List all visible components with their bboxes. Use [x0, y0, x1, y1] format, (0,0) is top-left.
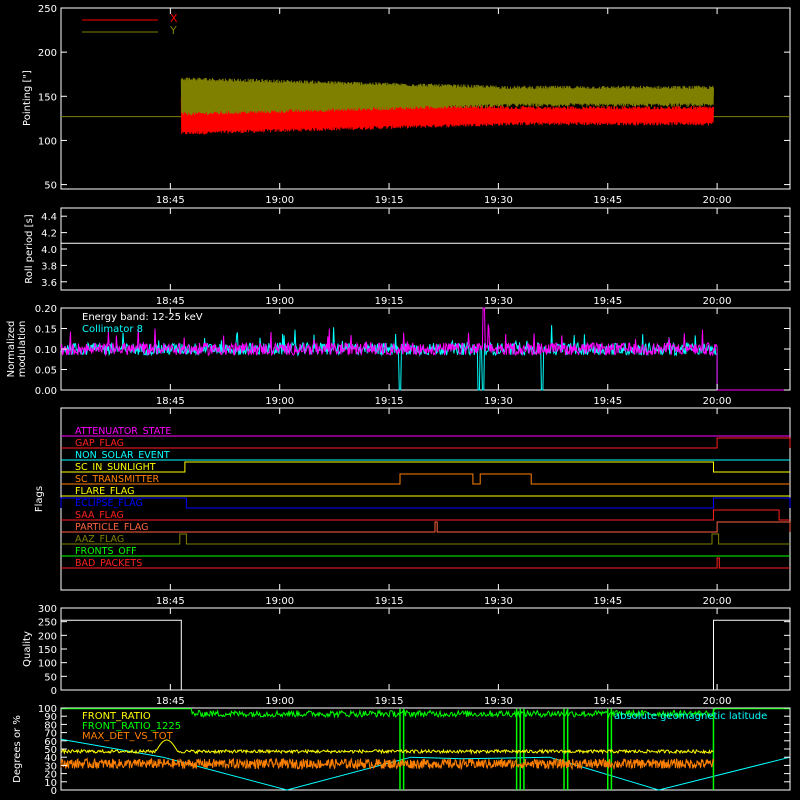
flag-label: SC_TRANSMITTER [75, 474, 160, 485]
y-tick-label: 4.0 [41, 245, 57, 256]
x-tick-label: 19:45 [593, 296, 622, 307]
flag-label: FRONTS_OFF [75, 546, 137, 557]
y-tick-label: 4.4 [41, 212, 57, 223]
y-tick-label: 200 [38, 48, 57, 59]
x-tick-label: 19:00 [265, 195, 294, 206]
x-tick-label: 19:30 [484, 396, 513, 407]
y-tick-label: 50 [44, 181, 57, 192]
y-tick-label: 200 [38, 631, 57, 642]
y-tick-label: 150 [38, 645, 57, 656]
x-tick-label: 19:45 [593, 596, 622, 607]
x-tick-label: 19:45 [593, 396, 622, 407]
y-tick-label: 250 [38, 618, 57, 629]
x-tick-label: 18:45 [156, 696, 185, 707]
legend-y-label: Y [169, 24, 177, 37]
y-tick-label: 50 [44, 672, 57, 683]
ratios-y-label: Degrees or % [12, 715, 23, 783]
roll-y-label: Roll period [s] [24, 214, 35, 283]
y-tick-label: 100 [38, 704, 57, 715]
x-tick-label: 19:15 [375, 195, 404, 206]
x-tick-label: 19:45 [593, 195, 622, 206]
x-tick-label: 19:00 [265, 296, 294, 307]
flags-y-label: Flags [34, 486, 45, 512]
x-tick-label: 19:15 [375, 296, 404, 307]
x-tick-label: 19:30 [484, 296, 513, 307]
flag-label: BAD_PACKETS [75, 558, 142, 569]
y-tick-label: 0.15 [35, 325, 57, 336]
x-tick-label: 20:00 [703, 195, 732, 206]
x-tick-label: 19:00 [265, 396, 294, 407]
x-tick-label: 19:15 [375, 596, 404, 607]
x-tick-label: 18:45 [156, 596, 185, 607]
x-tick-label: 19:00 [265, 596, 294, 607]
flag-label: GAP_FLAG [75, 438, 124, 449]
flag-label: NON_SOLAR_EVENT [75, 450, 170, 461]
x-tick-label: 19:45 [593, 696, 622, 707]
y-tick-label: 3.6 [41, 278, 57, 289]
flag-label: PARTICLE_FLAG [75, 522, 148, 533]
flag-label: SAA_FLAG [75, 510, 124, 521]
flag-label: AAZ_FLAG [75, 534, 124, 545]
quality-y-label: Quality [22, 631, 33, 667]
qa-summary-figure: 50 100 150 200 250 18:45 19:00 19:15 19:30 19:45… [0, 0, 800, 800]
y-tick-label: 0 [51, 686, 57, 697]
modulation-y-label-2: modulation [17, 321, 28, 378]
max-det-legend: MAX_DET_VS_TOT [82, 731, 174, 742]
x-tick-label: 19:00 [265, 696, 294, 707]
flag-label: SC_IN_SUNLIGHT [75, 462, 156, 473]
energy-band-annotation: Energy band: 12-25 keV [82, 312, 203, 323]
modulation-y-label-1: Normalized [6, 321, 17, 378]
x-tick-label: 18:45 [156, 195, 185, 206]
x-tick-label: 19:15 [375, 696, 404, 707]
pointing-y-label: Pointing ["] [22, 70, 33, 126]
flag-label: FLARE_FLAG [75, 486, 135, 497]
y-tick-label: 4.2 [41, 229, 57, 240]
y-tick-label: 150 [38, 92, 57, 103]
flag-label: ATTENUATOR_STATE [75, 426, 171, 437]
y-tick-label: 3.8 [41, 261, 57, 272]
y-tick-label: 100 [38, 136, 57, 147]
flag-label: ECLIPSE_FLAG [75, 498, 143, 509]
x-tick-label: 18:45 [156, 296, 185, 307]
x-tick-label: 20:00 [703, 396, 732, 407]
collimator-legend: Collimator 8 [82, 324, 143, 335]
x-tick-label: 19:30 [484, 696, 513, 707]
y-tick-label: 0.05 [35, 366, 57, 377]
y-tick-label: 0.20 [35, 304, 57, 315]
x-tick-label: 20:00 [703, 296, 732, 307]
y-tick-label: 0.00 [35, 386, 57, 397]
latitude-annotation: absolute geomagnetic latitude [614, 711, 767, 722]
x-tick-label: 19:30 [484, 596, 513, 607]
x-tick-label: 20:00 [703, 596, 732, 607]
y-tick-label: 0.10 [35, 345, 57, 356]
x-tick-label: 18:45 [156, 396, 185, 407]
y-tick-label: 300 [38, 604, 57, 615]
x-tick-label: 19:30 [484, 195, 513, 206]
y-tick-label: 100 [38, 659, 57, 670]
x-tick-label: 19:15 [375, 396, 404, 407]
x-tick-label: 20:00 [703, 696, 732, 707]
y-tick-label: 250 [38, 4, 57, 15]
